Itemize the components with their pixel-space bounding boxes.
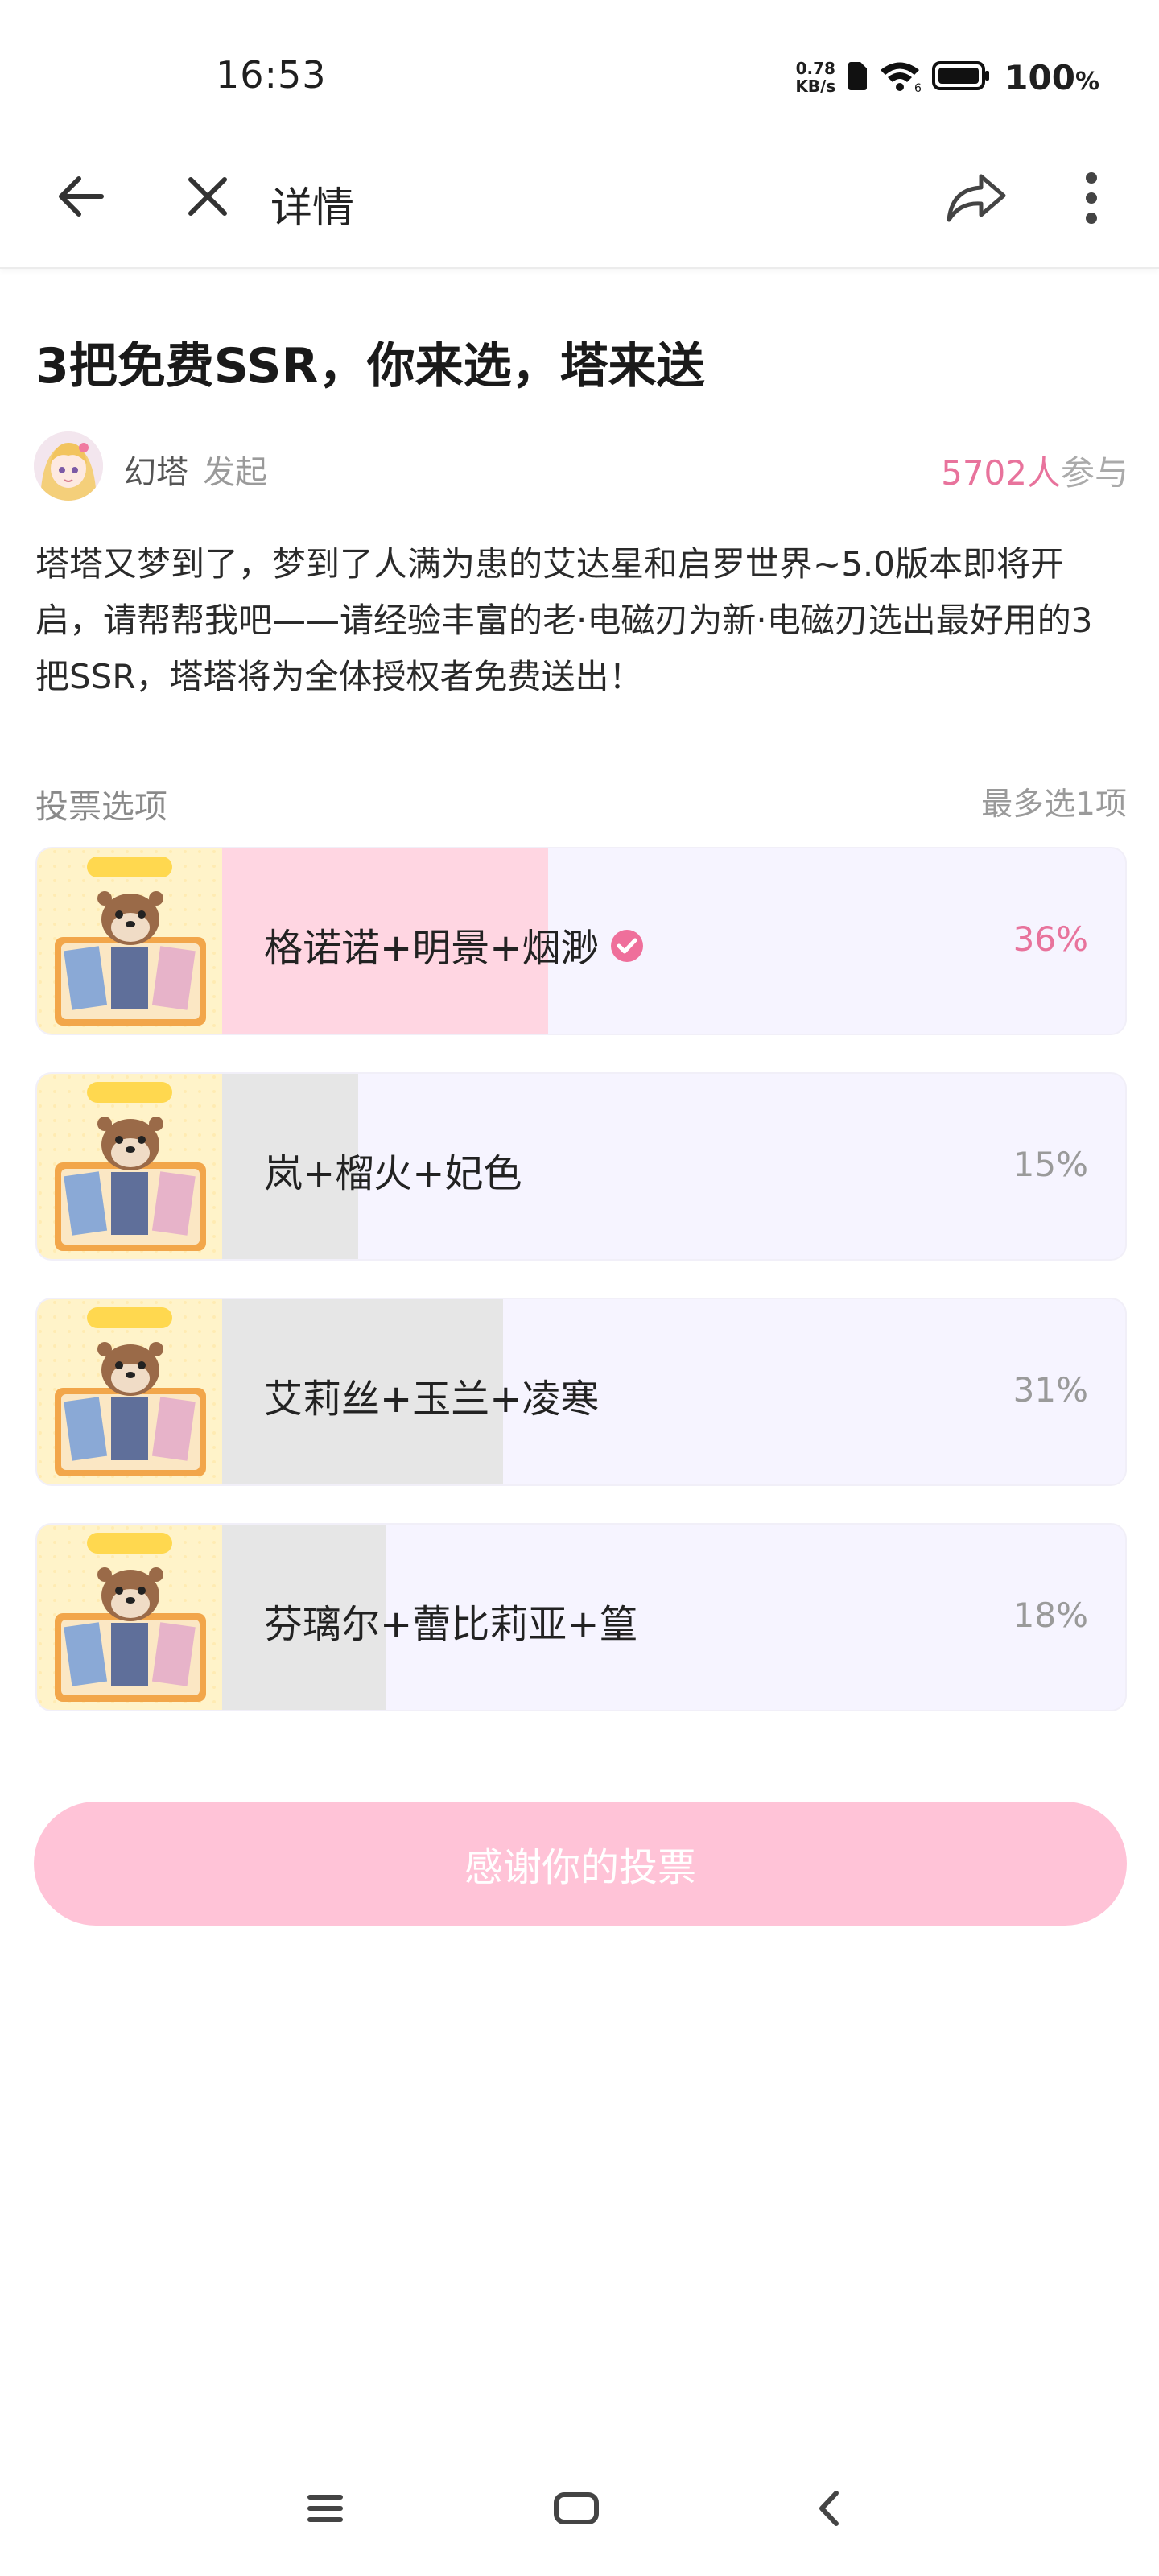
network-speed-value: 0.78 (795, 59, 835, 78)
vote-option-percent: 18% (1013, 1596, 1088, 1635)
vote-option[interactable]: 岚+榴火+妃色 15% (35, 1072, 1127, 1261)
network-speed-unit: KB/s (795, 76, 836, 96)
vote-option-percent: 36% (1013, 919, 1088, 959)
poll-detail-page: 16:53 0.78 KB/s 6 100% 详情 3把免费SSR，你来选，塔来… (0, 0, 1159, 2576)
vote-option[interactable]: 格诺诺+明景+烟渺 36% (35, 847, 1127, 1035)
otter-banner-thumbnail (37, 1299, 222, 1484)
author-avatar[interactable] (34, 431, 103, 501)
vote-option[interactable]: 艾莉丝+玉兰+凌寒 31% (35, 1298, 1127, 1486)
vote-option-label: 格诺诺+明景+烟渺 (264, 916, 644, 972)
vote-option-label: 芬璃尔+蕾比莉亚+篁 (264, 1592, 637, 1649)
anime-girl-avatar-icon (34, 431, 103, 501)
top-navigation-bar: 详情 (0, 137, 1159, 269)
vote-options-list: 格诺诺+明景+烟渺 36% 岚+榴火+妃色 15% 艾莉丝+玉兰+凌寒 31% 芬璃尔+蕾比… (35, 847, 1127, 1748)
vote-option-percent: 15% (1013, 1145, 1088, 1184)
vote-section-label: 投票选项 (35, 787, 167, 826)
vote-submit-button[interactable]: 感谢你的投票 (34, 1802, 1127, 1926)
battery-value: 100 (1004, 57, 1075, 97)
page-title: 详情 (270, 184, 355, 233)
status-bar: 16:53 0.78 KB/s 6 100% (0, 0, 1159, 137)
arrow-left-icon (59, 176, 104, 217)
more-options-button[interactable] (1061, 161, 1122, 235)
close-icon (188, 177, 227, 216)
menu-button[interactable] (291, 2475, 359, 2542)
system-navigation-bar (0, 2463, 1159, 2552)
battery-icon (932, 60, 990, 95)
vote-section-header: 投票选项 最多选1项 (35, 773, 1127, 826)
status-time: 16:53 (216, 53, 327, 97)
vote-option-label: 艾莉丝+玉兰+凌寒 (264, 1367, 599, 1423)
sim-icon (847, 61, 868, 93)
post-title: 3把免费SSR，你来选，塔来送 (35, 338, 705, 394)
back-nav-button[interactable] (795, 2475, 863, 2542)
home-button[interactable] (542, 2475, 610, 2542)
status-icons: 0.78 KB/s 6 100% (795, 55, 1099, 100)
otter-banner-thumbnail (37, 848, 222, 1034)
vote-option[interactable]: 芬璃尔+蕾比莉亚+篁 18% (35, 1523, 1127, 1711)
otter-banner-thumbnail (37, 1525, 222, 1710)
vote-option-text: 芬璃尔+蕾比莉亚+篁 (264, 1602, 638, 1647)
vote-option-text: 岚+榴火+妃色 (264, 1151, 522, 1196)
battery-unit: % (1074, 67, 1099, 96)
close-button[interactable] (174, 163, 241, 230)
otter-banner-thumbnail (37, 1074, 222, 1259)
author-action-label: 发起 (203, 454, 267, 491)
svg-text:6: 6 (914, 82, 921, 92)
back-button[interactable] (47, 163, 114, 230)
participants-count: 5702人参与 (941, 446, 1128, 495)
vote-option-percent: 31% (1013, 1370, 1088, 1410)
vote-limit-label: 最多选1项 (981, 786, 1127, 823)
author-name[interactable]: 幻塔 (124, 446, 188, 493)
participants-number: 5702人 (941, 453, 1061, 493)
checkmark-icon (610, 927, 644, 962)
wifi-icon: 6 (879, 60, 922, 95)
vote-option-label: 岚+榴火+妃色 (264, 1141, 522, 1198)
chevron-left-icon (819, 2491, 839, 2526)
share-icon (947, 174, 1006, 222)
menu-icon (307, 2495, 343, 2522)
vote-option-text: 格诺诺+明景+烟渺 (264, 926, 600, 971)
participants-suffix: 参与 (1060, 453, 1128, 493)
home-square-icon (554, 2492, 599, 2524)
post-description: 塔塔又梦到了，梦到了人满为患的艾达星和启罗世界~5.0版本即将开启，请帮帮我吧—… (35, 544, 1093, 696)
more-vertical-icon (1086, 172, 1097, 224)
author-row: 幻塔 发起 5702人参与 (34, 430, 1128, 501)
share-button[interactable] (938, 161, 1013, 235)
vote-option-text: 艾莉丝+玉兰+凌寒 (264, 1377, 600, 1422)
network-speed: 0.78 KB/s (795, 60, 835, 95)
battery-level: 100% (1004, 58, 1099, 97)
